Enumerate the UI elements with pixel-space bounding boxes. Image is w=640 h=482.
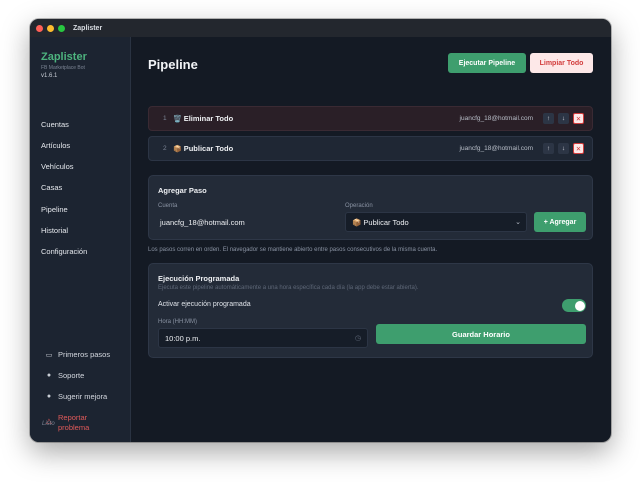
primeros-pasos-label: Primeros pasos [58,350,111,359]
brand: Zaplister FB Marketplace Bot v1.6.1 [41,51,87,79]
account-label: Cuenta [158,203,178,209]
sugerir-mejora-link[interactable]: ● Sugerir mejora [44,392,107,401]
lightbulb-icon: ● [46,393,52,400]
chevron-down-icon: ⌄ [515,219,521,226]
pipeline-hint: Los pasos corren en orden. El navegador … [148,247,438,253]
clear-all-button[interactable]: Limpiar Todo [530,53,593,73]
app-window: Zaplister Zaplister FB Marketplace Bot v… [30,19,611,442]
account-select[interactable]: juancfg_18@hotmail.com [153,212,339,232]
primeros-pasos-link[interactable]: ▭ Primeros pasos [44,350,110,359]
sidebar-item-vehiculos[interactable]: Vehículos [41,162,74,171]
time-value: 10:00 p.m. [165,333,201,343]
schedule-toggle[interactable] [562,299,586,312]
pipeline-step: 2 📦 Publicar Todo juancfg_18@hotmail.com… [148,136,593,161]
move-down-button[interactable]: ↓ [558,113,569,124]
minimize-window-button[interactable] [47,24,54,32]
page-title: Pipeline [148,57,198,72]
trash-icon: 🗑️ [173,115,182,123]
sidebar-item-casas[interactable]: Casas [41,183,62,192]
brand-name: Zaplister [41,51,87,63]
book-icon: ▭ [45,351,53,359]
move-up-button[interactable]: ↑ [543,143,554,154]
maximize-window-button[interactable] [58,24,65,32]
sidebar-item-historial[interactable]: Historial [41,226,68,235]
sidebar-item-configuracion[interactable]: Configuración [41,247,87,256]
step-name: Publicar Todo [183,144,234,153]
operation-select[interactable]: 📦 Publicar Todo ⌄ [345,212,527,232]
toggle-knob [574,300,585,311]
schedule-description: Ejecuta este pipeline automáticamente a … [158,285,419,291]
schedule-title: Ejecución Programada [158,274,240,283]
clock-icon: ◷ [354,335,361,342]
status-text: Listo [42,421,55,427]
step-number: 2 [163,145,167,152]
run-pipeline-button[interactable]: Ejecutar Pipeline [448,53,526,73]
sidebar-item-pipeline[interactable]: Pipeline [41,205,68,214]
soporte-label: Soporte [58,371,85,380]
time-label: Hora (HH:MM) [158,319,197,325]
schedule-card: Ejecución Programada Ejecuta este pipeli… [148,263,593,358]
sugerir-mejora-label: Sugerir mejora [58,392,108,401]
step-number: 1 [163,115,167,122]
add-step-card: Agregar Paso Cuenta juancfg_18@hotmail.c… [148,175,593,240]
move-down-button[interactable]: ↓ [558,143,569,154]
move-up-button[interactable]: ↑ [543,113,554,124]
add-step-button[interactable]: + Agregar [534,212,586,232]
window-title: Zaplister [73,24,103,32]
step-name: Eliminar Todo [183,114,234,123]
save-schedule-button[interactable]: Guardar Horario [376,324,586,344]
remove-step-button[interactable]: ✕ [573,113,584,124]
add-step-title: Agregar Paso [158,186,207,195]
schedule-toggle-label: Activar ejecución programada [158,301,251,308]
pipeline-step: 1 🗑️ Eliminar Todo juancfg_18@hotmail.co… [148,106,593,131]
sidebar-item-articulos[interactable]: Artículos [41,141,70,150]
operation-label: Operación [345,203,373,209]
brand-subtitle: FB Marketplace Bot [41,65,85,71]
step-account: juancfg_18@hotmail.com [459,145,533,152]
package-icon: 📦 [173,145,182,153]
step-account: juancfg_18@hotmail.com [459,115,533,122]
time-input[interactable]: 10:00 p.m. ◷ [158,328,368,348]
main-content: Pipeline Ejecutar Pipeline Limpiar Todo … [132,37,611,442]
reportar-problema-label: Reportar problema [58,413,90,432]
close-window-button[interactable] [36,24,43,32]
title-bar: Zaplister [30,19,611,37]
operation-value: 📦 Publicar Todo [352,217,409,227]
soporte-link[interactable]: ● Soporte [44,371,84,380]
remove-step-button[interactable]: ✕ [573,143,584,154]
app-version: v1.6.1 [41,73,58,79]
sidebar: Zaplister FB Marketplace Bot v1.6.1 Cuen… [30,37,131,442]
sidebar-item-cuentas[interactable]: Cuentas [41,120,69,129]
chat-bubble-icon: ● [46,372,52,379]
